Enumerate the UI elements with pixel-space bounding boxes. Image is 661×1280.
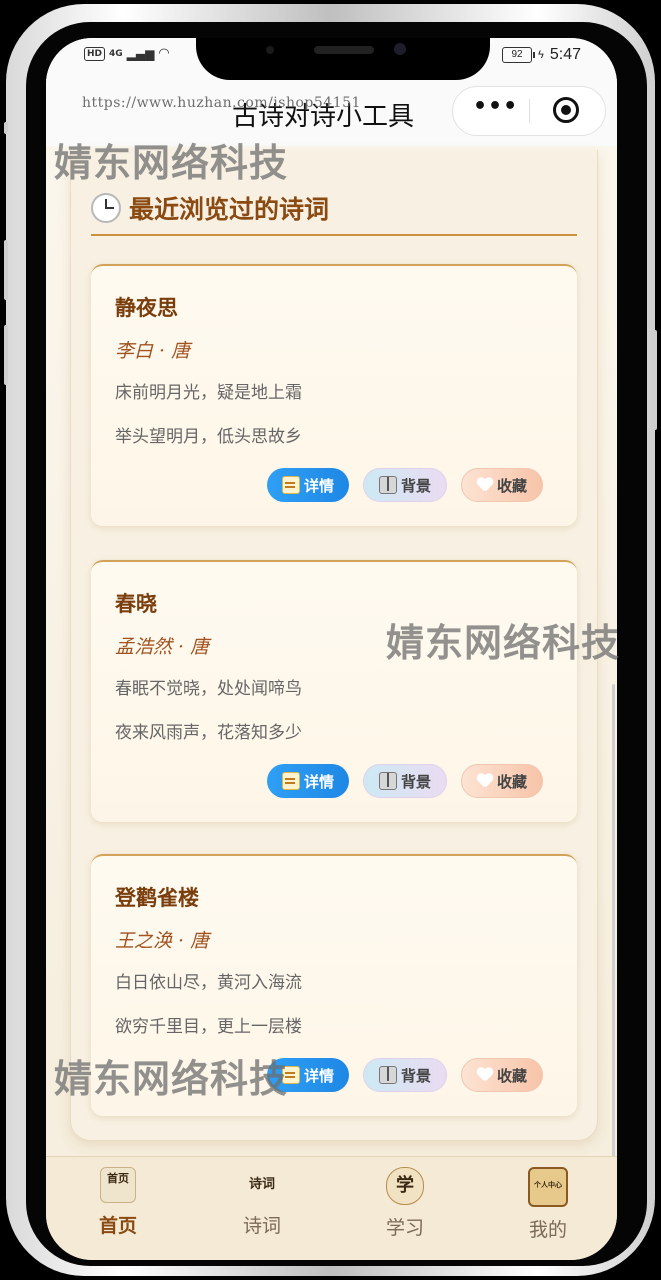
status-right: 92 ϟ 5:47 [502, 46, 581, 64]
memo-icon [281, 772, 300, 790]
status-bar: HD 4G ▂▄▆ ◠ 92 ϟ 5:47 [46, 38, 617, 90]
side-button [4, 122, 8, 134]
poem-card[interactable]: 登鹳雀楼 王之涣 · 唐 白日依山尽，黄河入海流 欲穷千里目，更上一层楼 详情 … [91, 854, 577, 1116]
tab-label: 首页 [98, 1215, 137, 1237]
memo-icon [281, 1066, 300, 1084]
poem-title: 静夜思 [115, 295, 178, 320]
scrollbar[interactable] [612, 684, 615, 1184]
favorite-label: 收藏 [496, 476, 527, 495]
side-button [653, 330, 657, 430]
wifi-icon: ◠ [158, 46, 170, 61]
tab-label: 我的 [528, 1219, 567, 1241]
poem-line: 春眠不觉晓，处处闻啼鸟 [115, 679, 302, 699]
main-content: 最近浏览过的诗词 静夜思 李白 · 唐 床前明月光，疑是地上霜 举头望明月，低头… [70, 150, 598, 1142]
tab-mine[interactable]: 个人中心 我的 [498, 1167, 598, 1242]
detail-button[interactable]: 详情 [267, 764, 349, 798]
recent-poems-panel: 最近浏览过的诗词 静夜思 李白 · 唐 床前明月光，疑是地上霜 举头望明月，低头… [70, 150, 598, 1141]
book-icon [378, 1066, 397, 1084]
poem-line: 夜来风雨声，花落知多少 [115, 723, 302, 743]
poem-title: 登鹳雀楼 [115, 885, 199, 910]
poem-line: 床前明月光，疑是地上霜 [115, 383, 302, 403]
study-scroll-icon: 学 [386, 1167, 424, 1205]
favorite-button[interactable]: 收藏 [461, 468, 543, 502]
side-button [4, 240, 8, 300]
tab-bar: 首页 首页 诗词 诗词 学 学习 个人中心 我的 [46, 1156, 617, 1260]
front-camera [394, 43, 406, 55]
poems-icon: 诗词 [244, 1167, 280, 1203]
poem-card[interactable]: 春晓 孟浩然 · 唐 春眠不觉晓，处处闻啼鸟 夜来风雨声，花落知多少 详情 背景… [91, 560, 577, 822]
battery-icon: 92 [502, 47, 536, 63]
book-icon [378, 772, 397, 790]
section-title: 最近浏览过的诗词 [129, 195, 330, 224]
home-icon-text: 首页 [107, 1172, 129, 1185]
notch [196, 38, 490, 80]
poem-line: 白日依山尽，黄河入海流 [115, 973, 302, 993]
background-button[interactable]: 背景 [363, 1058, 447, 1092]
section-header: 最近浏览过的诗词 [91, 190, 329, 226]
book-icon [378, 476, 397, 494]
favorite-label: 收藏 [496, 772, 527, 791]
hd-badge: HD [84, 46, 106, 61]
background-label: 背景 [400, 476, 431, 495]
poem-title: 春晓 [115, 591, 157, 616]
tab-poems[interactable]: 诗词 诗词 [212, 1167, 312, 1238]
poems-icon-text: 诗词 [248, 1177, 275, 1192]
capsule-divider [529, 99, 530, 123]
favorite-button[interactable]: 收藏 [461, 764, 543, 798]
poem-line: 欲穷千里目，更上一层楼 [115, 1017, 302, 1037]
background-button[interactable]: 背景 [363, 764, 447, 798]
memo-icon [281, 476, 300, 494]
favorite-label: 收藏 [496, 1066, 527, 1085]
heart-icon [477, 1068, 493, 1082]
study-icon-text: 学 [396, 1175, 414, 1196]
status-left: HD 4G ▂▄▆ ◠ [84, 46, 170, 61]
poem-author: 王之涣 · 唐 [115, 930, 210, 952]
poem-author: 孟浩然 · 唐 [115, 636, 210, 658]
background-label: 背景 [400, 772, 431, 791]
status-time: 5:47 [549, 46, 581, 63]
more-dots-icon[interactable]: ••• [473, 96, 517, 121]
tab-study[interactable]: 学 学习 [355, 1167, 455, 1240]
tab-label: 学习 [385, 1217, 424, 1239]
side-button [4, 325, 8, 385]
tab-home[interactable]: 首页 首页 [68, 1167, 168, 1238]
detail-button[interactable]: 详情 [267, 1058, 349, 1092]
section-divider [91, 234, 577, 236]
close-target-icon[interactable] [553, 97, 579, 123]
sensor-dot [266, 46, 274, 54]
app-screen: HD 4G ▂▄▆ ◠ 92 ϟ 5:47 https://www.huzhan… [46, 38, 617, 1260]
clock-icon [91, 193, 121, 223]
detail-label: 详情 [303, 1066, 334, 1085]
favorite-button[interactable]: 收藏 [461, 1058, 543, 1092]
heart-icon [477, 478, 493, 492]
home-icon: 首页 [100, 1167, 136, 1203]
network-label: 4G [109, 48, 123, 59]
charging-icon: ϟ [538, 49, 544, 61]
detail-label: 详情 [303, 476, 334, 495]
poem-line: 举头望明月，低头思故乡 [115, 427, 302, 447]
url-overlay: https://www.huzhan.com/ishop54151 [82, 95, 361, 111]
background-button[interactable]: 背景 [363, 468, 447, 502]
poem-card[interactable]: 静夜思 李白 · 唐 床前明月光，疑是地上霜 举头望明月，低头思故乡 详情 背景… [91, 264, 577, 526]
heart-icon [477, 774, 493, 788]
background-label: 背景 [400, 1066, 431, 1085]
detail-button[interactable]: 详情 [267, 468, 349, 502]
profile-icon: 个人中心 [528, 1167, 568, 1207]
signal-icon: ▂▄▆ [126, 46, 155, 61]
profile-icon-text: 个人中心 [534, 1180, 562, 1189]
speaker-grille [314, 46, 374, 54]
mini-program-capsule: ••• [452, 86, 606, 136]
detail-label: 详情 [303, 772, 334, 791]
poem-author: 李白 · 唐 [115, 340, 191, 362]
tab-label: 诗词 [242, 1215, 281, 1237]
